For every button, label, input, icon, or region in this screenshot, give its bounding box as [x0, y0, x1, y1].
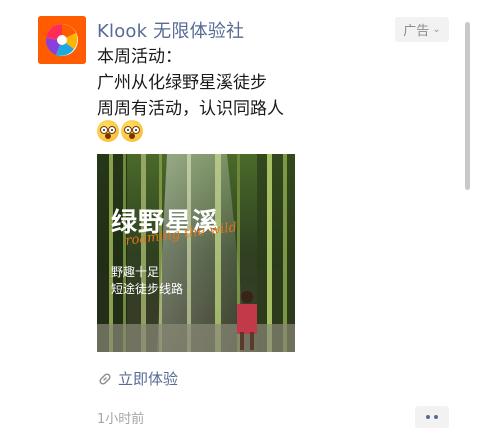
account-name[interactable]: Klook 无限体验社 — [97, 17, 244, 43]
chevron-down-icon: ⌄ — [432, 24, 441, 35]
post-time: 1小时前 — [97, 412, 145, 427]
astonished-face-icon — [97, 120, 119, 142]
post-text: 本周活动： 广州从化绿野星溪徒步 周周有活动，认识同路人 — [97, 44, 284, 122]
post-line: 本周活动： — [97, 47, 182, 67]
link-icon — [99, 372, 111, 385]
cta-label: 立即体验 — [118, 370, 179, 388]
account-avatar[interactable] — [38, 16, 86, 64]
ad-tag-label: 广告 — [403, 24, 430, 39]
post-line: 广州从化绿野星溪徒步 — [97, 73, 267, 93]
scrollbar[interactable] — [465, 22, 470, 190]
post-image[interactable]: 绿野星溪 roaming the wild 野趣十足 短途徒步线路 — [97, 154, 295, 352]
emoji-row — [97, 120, 143, 142]
more-options-button[interactable] — [415, 406, 449, 428]
ad-tag-button[interactable]: 广告 ⌄ — [395, 17, 449, 42]
post-line: 周周有活动，认识同路人 — [97, 99, 284, 119]
more-options-icon — [426, 415, 430, 419]
image-subtitle: 野趣十足 短途徒步线路 — [111, 264, 183, 298]
image-subtitle-line: 野趣十足 — [111, 265, 160, 279]
klook-logo-icon — [38, 16, 86, 64]
cta-link[interactable]: 立即体验 — [98, 368, 178, 389]
astonished-face-icon — [121, 120, 143, 142]
more-options-icon — [434, 415, 438, 419]
bamboo-forest-photo — [97, 154, 295, 352]
image-subtitle-line: 短途徒步线路 — [111, 282, 184, 296]
